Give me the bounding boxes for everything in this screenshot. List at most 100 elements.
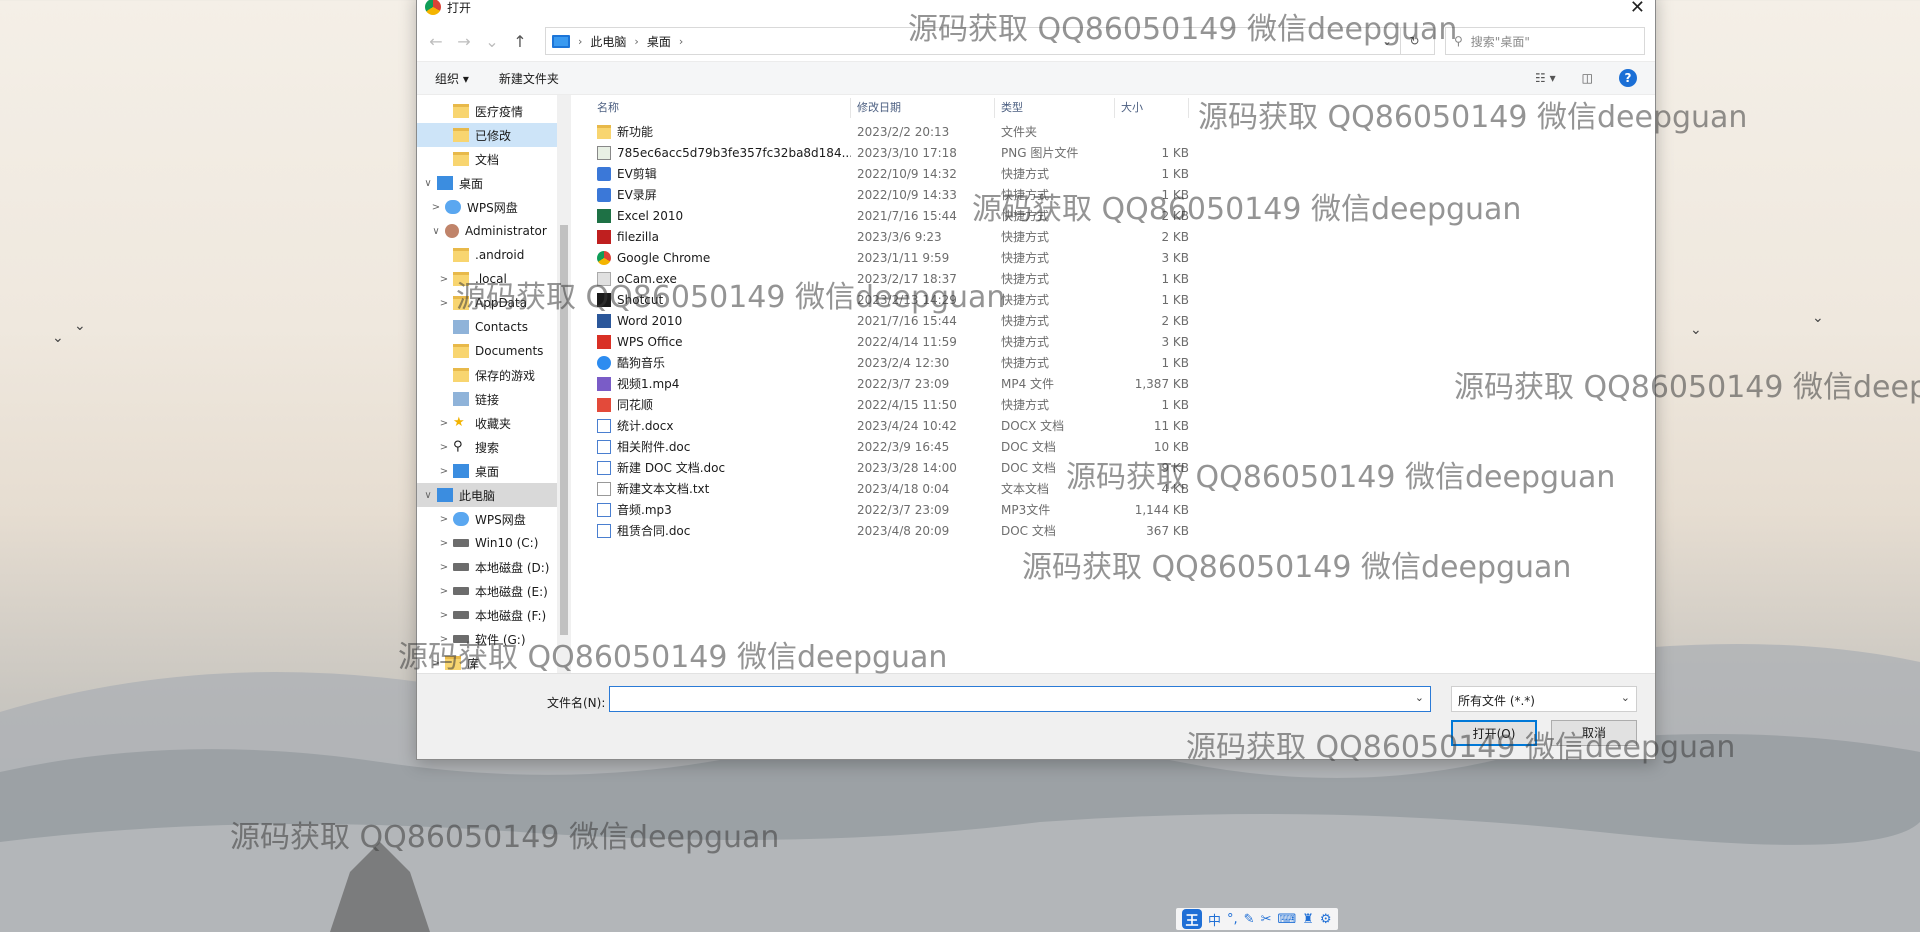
filename-input[interactable]: ⌄ xyxy=(609,686,1431,712)
file-row[interactable]: 785ec6acc5d79b3fe357fc32ba8d184... 2023/3… xyxy=(591,142,1655,163)
chevron-down-icon[interactable]: ∨ xyxy=(421,490,435,501)
settings-icon[interactable]: ⚙ xyxy=(1320,912,1332,927)
file-row[interactable]: Excel 2010 2021/7/16 15:44 快捷方式 2 KB xyxy=(591,205,1655,226)
nav-item[interactable]: > .local xyxy=(417,267,571,291)
nav-item[interactable]: > 桌面 xyxy=(417,459,571,483)
file-row[interactable]: Word 2010 2021/7/16 15:44 快捷方式 2 KB xyxy=(591,310,1655,331)
help-icon[interactable]: ? xyxy=(1619,69,1637,87)
folder-icon xyxy=(453,272,469,286)
nav-item[interactable]: ∨ 此电脑 xyxy=(417,483,571,507)
refresh-button[interactable]: ↻ xyxy=(1400,27,1428,55)
chevron-right-icon[interactable]: › xyxy=(679,35,683,48)
nav-item[interactable]: > 本地磁盘 (D:) xyxy=(417,555,571,579)
chevron-right-icon[interactable]: > xyxy=(437,274,451,285)
file-row[interactable]: EV剪辑 2022/10/9 14:32 快捷方式 1 KB xyxy=(591,163,1655,184)
file-row[interactable]: oCam.exe 2023/2/17 18:37 快捷方式 1 KB xyxy=(591,268,1655,289)
ime-mode[interactable]: 中 xyxy=(1208,910,1221,929)
file-type-select[interactable]: 所有文件 (*.*) ⌄ xyxy=(1451,686,1637,712)
search-input[interactable]: ⚲ 搜索"桌面" xyxy=(1445,27,1645,55)
nav-item[interactable]: > 本地磁盘 (F:) xyxy=(417,603,571,627)
file-row[interactable]: 租赁合同.doc 2023/4/8 20:09 DOC 文档 367 KB xyxy=(591,520,1655,541)
close-icon[interactable]: ✕ xyxy=(1630,0,1645,18)
file-row[interactable]: 音频.mp3 2022/3/7 23:09 MP3文件 1,144 KB xyxy=(591,499,1655,520)
chevron-right-icon[interactable]: › xyxy=(578,35,582,48)
file-row[interactable]: filezilla 2023/3/6 9:23 快捷方式 2 KB xyxy=(591,226,1655,247)
chevron-down-icon[interactable]: ∨ xyxy=(421,178,435,189)
preview-pane-icon[interactable]: ◫ xyxy=(1582,71,1593,85)
chevron-down-icon[interactable]: ⌄ xyxy=(1382,34,1392,48)
chevron-down-icon[interactable]: ⌄ xyxy=(1415,691,1424,704)
file-row[interactable]: 视频1.mp4 2022/3/7 23:09 MP4 文件 1,387 KB xyxy=(591,373,1655,394)
address-bar[interactable]: › 此电脑 › 桌面 › ⌄ ↻ xyxy=(545,27,1435,55)
nav-item[interactable]: > Win10 (C:) xyxy=(417,531,571,555)
scissors-icon[interactable]: ✂ xyxy=(1261,912,1272,927)
file-row[interactable]: 酷狗音乐 2023/2/4 12:30 快捷方式 1 KB xyxy=(591,352,1655,373)
open-button[interactable]: 打开(O) xyxy=(1451,720,1537,746)
new-folder-button[interactable]: 新建文件夹 xyxy=(499,70,559,87)
nav-item[interactable]: > 本地磁盘 (E:) xyxy=(417,579,571,603)
nav-item[interactable]: Contacts xyxy=(417,315,571,339)
ime-logo[interactable]: 王 xyxy=(1182,909,1202,929)
organize-button[interactable]: 组织 ▾ xyxy=(435,70,469,87)
file-row[interactable]: 相关附件.doc 2022/3/9 16:45 DOC 文档 10 KB xyxy=(591,436,1655,457)
up-button[interactable]: ↑ xyxy=(511,32,529,51)
file-row[interactable]: 新建 DOC 文档.doc 2023/3/28 14:00 DOC 文档 9 KB xyxy=(591,457,1655,478)
file-row[interactable]: EV录屏 2022/10/9 14:33 快捷方式 1 KB xyxy=(591,184,1655,205)
nav-item[interactable]: > ★ 收藏夹 xyxy=(417,411,571,435)
file-row[interactable]: 新建文本文档.txt 2023/4/18 0:04 文本文档 4 KB xyxy=(591,478,1655,499)
nav-item[interactable]: > 软件 (G:) xyxy=(417,627,571,651)
nav-item[interactable]: ∨ Administrator xyxy=(417,219,571,243)
skin-icon[interactable]: ♜ xyxy=(1302,912,1314,927)
chevron-right-icon[interactable]: > xyxy=(437,538,451,549)
nav-item[interactable]: > WPS网盘 xyxy=(417,195,571,219)
file-row[interactable]: Google Chrome 2023/1/11 9:59 快捷方式 3 KB xyxy=(591,247,1655,268)
nav-item[interactable]: Documents xyxy=(417,339,571,363)
back-button[interactable]: ← xyxy=(427,32,445,51)
nav-item[interactable]: 文档 xyxy=(417,147,571,171)
chevron-right-icon[interactable]: > xyxy=(437,634,451,645)
column-size-header[interactable]: 大小 xyxy=(1115,98,1189,118)
file-row[interactable]: 统计.docx 2023/4/24 10:42 DOCX 文档 11 KB xyxy=(591,415,1655,436)
punctuation-icon[interactable]: °, xyxy=(1227,912,1238,927)
nav-item[interactable]: .android xyxy=(417,243,571,267)
pen-icon[interactable]: ✎ xyxy=(1244,912,1255,927)
cancel-button[interactable]: 取消 xyxy=(1551,720,1637,746)
nav-item[interactable]: > ⚲ 搜索 xyxy=(417,435,571,459)
keyboard-icon[interactable]: ⌨ xyxy=(1277,912,1296,927)
nav-item[interactable]: 已修改 xyxy=(417,123,571,147)
chevron-right-icon[interactable]: > xyxy=(429,202,443,213)
chevron-right-icon[interactable]: > xyxy=(437,442,451,453)
nav-item[interactable]: > 库 xyxy=(417,651,571,675)
chevron-right-icon[interactable]: > xyxy=(437,586,451,597)
chevron-right-icon[interactable]: > xyxy=(429,658,443,669)
forward-button[interactable]: → xyxy=(455,32,473,51)
nav-scrollbar[interactable] xyxy=(557,95,571,675)
nav-scrollbar-thumb[interactable] xyxy=(560,225,568,635)
file-row[interactable]: 同花顺 2022/4/15 11:50 快捷方式 1 KB xyxy=(591,394,1655,415)
chevron-right-icon[interactable]: › xyxy=(634,35,638,48)
nav-item[interactable]: ∨ 桌面 xyxy=(417,171,571,195)
column-name-header[interactable]: 名称 xyxy=(591,98,851,118)
column-date-header[interactable]: 修改日期 xyxy=(851,98,995,118)
recent-dropdown-icon[interactable]: ⌄ xyxy=(483,32,501,51)
file-row[interactable]: Shotcut 2023/2/13 14:29 快捷方式 1 KB xyxy=(591,289,1655,310)
file-row[interactable]: WPS Office 2022/4/14 11:59 快捷方式 3 KB xyxy=(591,331,1655,352)
chevron-right-icon[interactable]: > xyxy=(437,562,451,573)
nav-item[interactable]: 医疗疫情 xyxy=(417,99,571,123)
file-row[interactable]: 新功能 2023/2/2 20:13 文件夹 xyxy=(591,121,1655,142)
breadcrumb-this-pc[interactable]: 此电脑 xyxy=(590,33,626,50)
nav-item[interactable]: > WPS网盘 xyxy=(417,507,571,531)
nav-item[interactable]: > AppData xyxy=(417,291,571,315)
chevron-right-icon[interactable]: > xyxy=(437,514,451,525)
breadcrumb-desktop[interactable]: 桌面 xyxy=(647,33,671,50)
chevron-down-icon[interactable]: ∨ xyxy=(429,226,443,237)
chevron-right-icon[interactable]: > xyxy=(437,418,451,429)
nav-item[interactable]: 保存的游戏 xyxy=(417,363,571,387)
chevron-right-icon[interactable]: > xyxy=(437,610,451,621)
nav-item[interactable]: 链接 xyxy=(417,387,571,411)
view-options-icon[interactable]: ☷ ▾ xyxy=(1535,71,1556,85)
column-type-header[interactable]: 类型 xyxy=(995,98,1115,118)
chevron-down-icon[interactable]: ⌄ xyxy=(1621,691,1630,704)
chevron-right-icon[interactable]: > xyxy=(437,466,451,477)
chevron-right-icon[interactable]: > xyxy=(437,298,451,309)
